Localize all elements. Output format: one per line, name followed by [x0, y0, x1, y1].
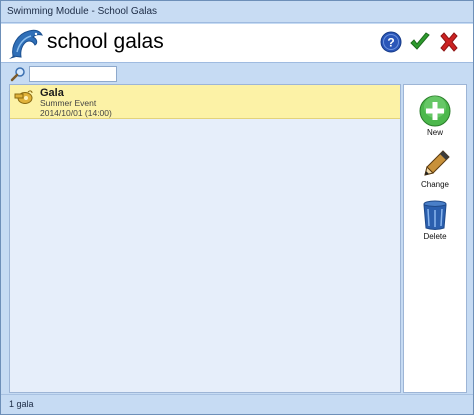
whistle-icon [14, 90, 33, 104]
new-button[interactable]: New [404, 95, 466, 147]
gala-subtitle: Summer Event [40, 98, 97, 108]
help-icon[interactable]: ? [380, 31, 402, 53]
plus-icon [419, 95, 451, 127]
search-bar [1, 63, 473, 83]
new-label: New [426, 128, 443, 137]
svg-text:?: ? [387, 36, 394, 50]
pencil-icon [424, 150, 450, 176]
header-bar: school galas ? [1, 24, 473, 63]
galas-list: Gala Summer Event 2014/10/01 (14:00) [9, 84, 401, 393]
checkmark-icon[interactable] [409, 31, 431, 53]
status-text: 1 gala [9, 399, 34, 409]
close-x-icon[interactable] [438, 31, 460, 53]
delete-label: Delete [423, 232, 447, 241]
delete-button[interactable]: Delete [404, 199, 466, 251]
status-bar: 1 gala [1, 394, 473, 414]
page-title: school galas [47, 30, 164, 53]
title-bar: Swimming Module - School Galas [1, 1, 473, 23]
window-title: Swimming Module - School Galas [7, 6, 158, 17]
search-icon [10, 67, 25, 82]
gala-datetime: 2014/10/01 (14:00) [40, 108, 112, 118]
change-label: Change [420, 180, 450, 189]
action-panel: New Change Delete [403, 84, 467, 393]
search-input[interactable] [29, 66, 117, 82]
trash-bin-icon [423, 200, 447, 230]
app-window: Swimming Module - School Galas school ga… [0, 0, 474, 415]
change-button[interactable]: Change [404, 147, 466, 199]
list-item[interactable]: Gala Summer Event 2014/10/01 (14:00) [10, 85, 400, 119]
dolphin-icon [9, 29, 43, 59]
